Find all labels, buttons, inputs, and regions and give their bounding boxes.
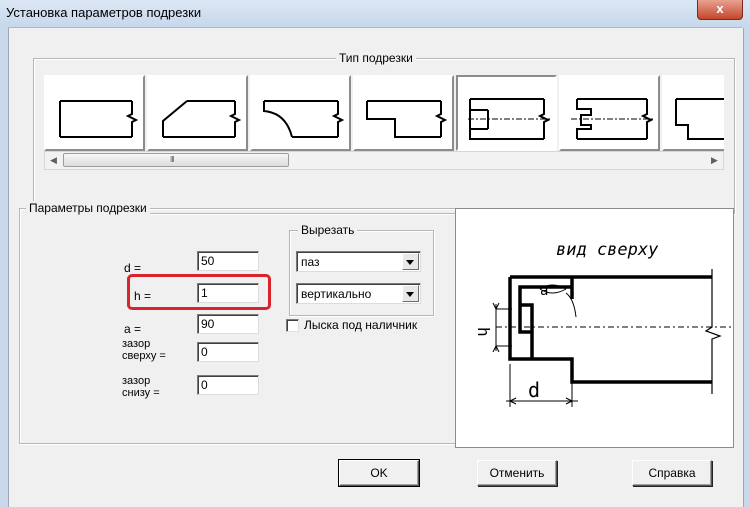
scroll-left-icon[interactable]: ◀ [45,152,62,169]
lyska-checkbox[interactable] [286,319,299,332]
gap-top-label-line1: зазор [122,338,151,350]
gap-top-label-line2: сверху = [122,350,166,362]
cut-kind-value: паз [301,255,320,269]
cut-type-scrollbar[interactable]: ◀ III ▶ [44,151,724,170]
scroll-grip: III [170,155,175,164]
window-title: Установка параметров подрезки [6,5,202,20]
dim-a-label: a [540,283,548,299]
cut-orientation-value: вертикально [301,287,372,301]
cut-type-tile-3[interactable] [250,75,351,151]
cut-type-legend: Тип подрезки [336,51,416,65]
chevron-down-icon[interactable] [402,285,419,302]
cut-type-tile-7[interactable] [662,75,724,151]
help-button[interactable]: Справка [632,460,712,486]
cut-type-straight-icon [59,100,139,138]
scroll-right-icon[interactable]: ▶ [706,152,723,169]
cut-type-partial-icon [675,98,724,140]
cut-legend: Вырезать [298,223,358,237]
window-frame-left [0,27,8,507]
gap-top-input[interactable]: 0 [197,342,259,362]
cut-type-slot-notched-icon [571,98,654,140]
a-label: a = [124,322,142,336]
cut-type-step-icon [366,100,448,138]
title-bar: Установка параметров подрезки x [0,0,750,28]
cut-type-tile-6[interactable] [559,75,660,151]
cut-type-tile-4[interactable] [353,75,454,151]
lyska-label[interactable]: Лыска под наличник [304,318,417,332]
dim-d-label: d [528,378,540,402]
gap-bottom-input[interactable]: 0 [197,375,259,395]
cut-type-bevel-icon [162,100,242,138]
cut-type-group: Тип подрезки ◀ III ▶ [33,51,735,214]
d-input[interactable]: 50 [197,251,259,271]
dialog-client: Тип подрезки ◀ III ▶ Параметры подрезки … [8,28,744,507]
close-button[interactable]: x [697,0,743,20]
h-label: h = [134,289,152,303]
dim-h-label: h [474,327,493,337]
preview-caption: вид сверху [556,240,659,260]
d-dimension [506,364,578,407]
cut-kind-select[interactable]: паз [296,251,421,272]
cut-type-strip [44,75,724,151]
break-line [704,269,722,394]
a-input[interactable]: 90 [197,314,259,334]
d-label: d = [124,261,142,275]
cut-type-tile-2[interactable] [147,75,248,151]
cut-type-slot-icon [468,98,551,140]
params-legend: Параметры подрезки [26,201,150,215]
scroll-thumb[interactable]: III [63,153,289,167]
top-view-drawing: вид сверху h d a [474,240,731,407]
close-icon: x [716,1,724,16]
cut-type-tile-5[interactable] [456,75,557,151]
cut-type-tile-1[interactable] [44,75,145,151]
gap-bottom-label-line2: снизу = [122,387,160,399]
cancel-button[interactable]: Отменить [477,460,557,486]
cut-type-curved-icon [263,100,345,138]
h-input[interactable]: 1 [197,283,259,303]
ok-button[interactable]: OK [338,459,420,487]
chevron-down-icon[interactable] [402,253,419,270]
cut-orientation-select[interactable]: вертикально [296,283,421,304]
preview-panel: вид сверху h d a [455,208,734,448]
gap-bottom-label-line1: зазор [122,375,151,387]
